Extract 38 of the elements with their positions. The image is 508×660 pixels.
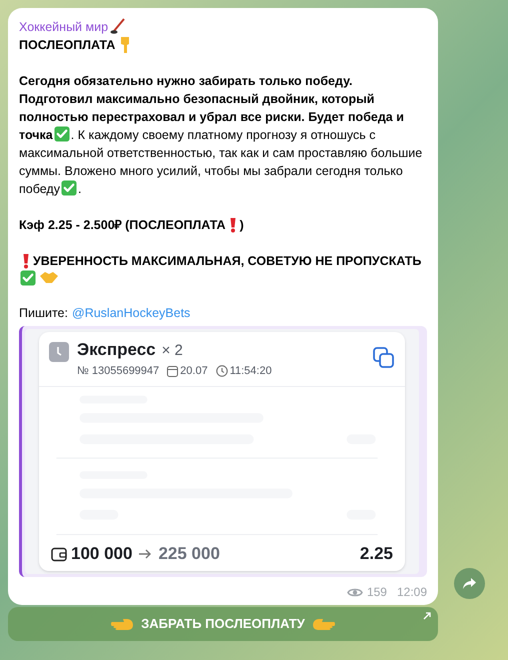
bet-time: 11:54:20 — [230, 364, 272, 379]
contact-link[interactable]: @RuslanHockeyBets — [72, 304, 190, 322]
post-heading: ПОСЛЕОПЛАТА — [19, 37, 116, 54]
view-count: 159 — [366, 584, 387, 601]
eye-icon — [346, 586, 363, 598]
exclamation-icon — [22, 253, 30, 269]
calendar-icon — [167, 365, 178, 377]
action-button[interactable]: ЗАБРАТЬ ПОСЛЕОПЛАТУ — [8, 607, 438, 641]
clock-icon — [49, 342, 69, 362]
bet-title: Экспресс — [77, 341, 156, 359]
hockey-stick-icon — [110, 18, 126, 36]
forward-button[interactable] — [454, 568, 485, 599]
contact-label: Пишите: — [19, 305, 68, 322]
bet-number: № 13055699947 — [77, 364, 160, 379]
stake-amount: 100 000 — [71, 545, 132, 563]
pointing-hand-icon — [310, 617, 335, 631]
bet-multiplier: × 2 — [162, 342, 183, 360]
bet-date: 20.07 — [180, 364, 208, 379]
exclamation-icon — [228, 217, 237, 233]
wallet-icon — [51, 546, 67, 562]
pointing-hand-icon — [111, 617, 136, 631]
confidence-text: УВЕРЕННОСТЬ МАКСИМАЛЬНАЯ, СОВЕТУЮ НЕ ПРОПУСКАТЬ — [33, 253, 422, 270]
check-mark-icon — [20, 270, 36, 286]
clock-icon — [216, 365, 228, 377]
link-preview[interactable]: Экспресс × 2 № 13055699947 20.07 11:54:20 100 000 225 000 2.25 — [19, 326, 427, 577]
external-arrow-icon — [423, 612, 431, 620]
arrow-right-icon — [138, 549, 152, 559]
message-time: 12:09 — [396, 584, 427, 601]
channel-name[interactable]: Хоккейный мир — [19, 18, 108, 36]
check-mark-icon — [54, 126, 70, 142]
share-arrow-icon — [462, 577, 477, 590]
odds-text: Кэф 2.25 - 2.500₽ (ПОСЛЕОПЛАТА — [19, 217, 226, 234]
odds-closing: ) — [240, 217, 244, 234]
copy-icon[interactable] — [373, 347, 395, 369]
payout-amount: 225 000 — [158, 545, 220, 563]
post-text: Сегодня обязательно нужно забирать только победу. Подготовил максимально безопасный двойник, который полностью перестраховал и убрал все риски. Будет победа и точка . К каждому своему платному прогнозу я отношусь с максимальной ответственностью, так как и сам проставляю большие суммы. Вложено много усилий, чтобы мы забрали сегодня только победу . — [19, 73, 424, 198]
total-odds: 2.25 — [360, 545, 393, 563]
check-mark-icon — [60, 180, 77, 196]
